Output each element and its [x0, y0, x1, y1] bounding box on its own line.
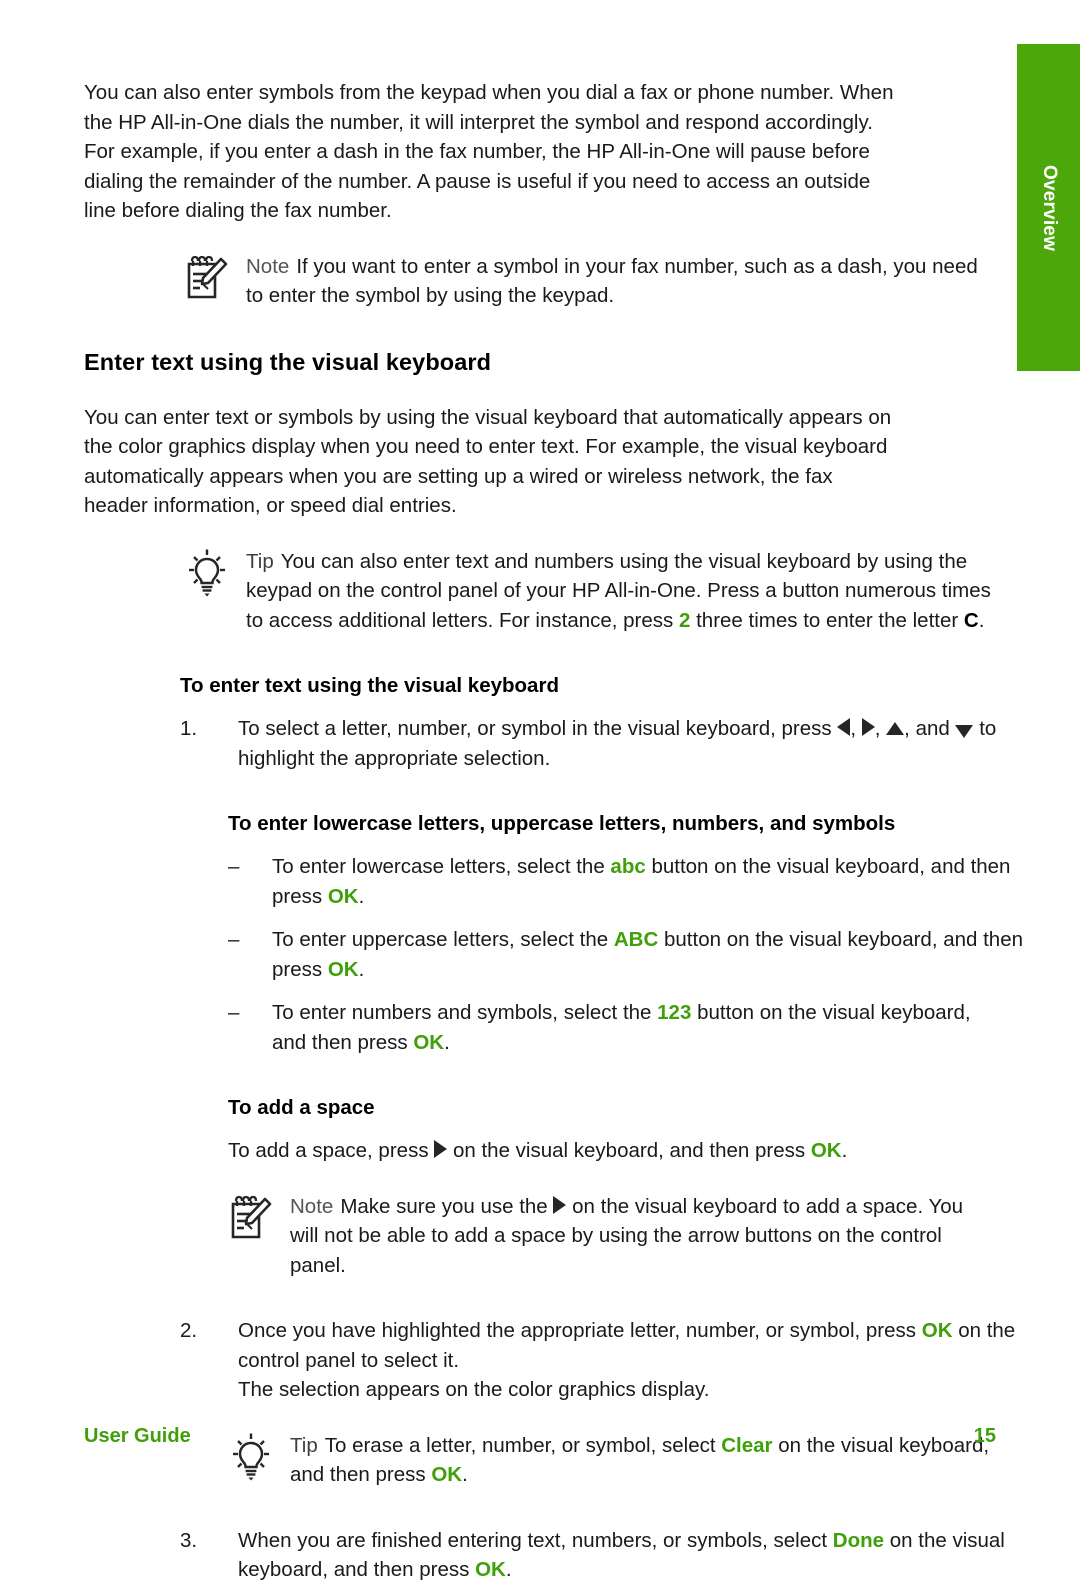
document-page: Overview You can also enter symbols from…	[0, 0, 1080, 1581]
tip-1-body-part-3: .	[978, 608, 985, 632]
tip-2-key-ok: OK	[431, 1463, 463, 1486]
right-triangle-icon	[861, 718, 875, 736]
note-block-2: Note Make sure you use the on the visual …	[228, 1192, 996, 1281]
step-2-result: The selection appears on the color graph…	[238, 1378, 710, 1401]
footer-title: User Guide	[84, 1425, 191, 1447]
list-item: – To enter lowercase letters, select the…	[228, 852, 1040, 911]
case-item-2-ok: OK	[327, 957, 359, 981]
case-item-1-key: abc	[610, 855, 646, 878]
procedure-step-2: 2. Once you have highlighted the appropr…	[180, 1316, 1054, 1405]
step-2-text-part-1: Once you have highlighted the appropriat…	[238, 1319, 917, 1342]
note-1-label: Note	[246, 254, 290, 278]
step-2-key-ok: OK	[921, 1319, 953, 1342]
page-footer: User Guide 15	[84, 1425, 996, 1448]
note-1-text: Note If you want to enter a symbol in you…	[184, 252, 996, 311]
right-triangle-icon	[434, 1140, 448, 1158]
case-section-heading: To enter lowercase letters, uppercase le…	[228, 812, 896, 835]
down-triangle-icon	[955, 725, 974, 738]
tip-1-text: Tip You can also enter text and numbers u…	[184, 547, 996, 636]
case-item-3-part-1: To enter numbers and symbols, select the	[272, 1001, 652, 1024]
note-1-body: If you want to enter a symbol in your fa…	[246, 254, 978, 308]
case-item-2-key: ABC	[613, 928, 659, 951]
right-triangle-icon	[553, 1195, 567, 1214]
step-3-number: 3.	[180, 1528, 198, 1552]
dash-bullet: –	[228, 855, 240, 878]
chapter-side-tab-label: Overview	[1038, 164, 1060, 251]
step-1-sep-2: ,	[874, 717, 881, 740]
space-section-text: To add a space, press on the visual keyb…	[228, 1136, 996, 1166]
page-title: Enter text using the visual keyboard	[84, 348, 492, 375]
dash-bullet: –	[228, 1001, 240, 1024]
step-1-text-part-1: To select a letter, number, or symbol in…	[238, 717, 832, 740]
list-item: – To enter numbers and symbols, select t…	[228, 998, 1002, 1057]
step-3-key-done: Done	[832, 1528, 885, 1552]
note-2-part-1: Make sure you use the	[340, 1194, 548, 1218]
case-item-3-key: 123	[657, 1001, 692, 1024]
section-intro-paragraph: You can enter text or symbols by using t…	[84, 405, 892, 518]
case-item-1-ok: OK	[327, 884, 359, 908]
space-key-ok: OK	[810, 1139, 842, 1162]
space-text-part-1: To add a space, press	[228, 1139, 429, 1162]
dash-bullet: –	[228, 928, 240, 951]
space-text-part-3: .	[841, 1139, 848, 1162]
case-item-1-part-1: To enter lowercase letters, select the	[272, 855, 605, 878]
step-1-number: 1.	[180, 717, 198, 740]
tip-1-body-part-2: three times to enter the letter	[696, 608, 959, 632]
tip-1-letter: C	[963, 608, 979, 632]
page-number: 15	[973, 1425, 996, 1447]
note-2-text: Note Make sure you use the on the visual …	[228, 1192, 996, 1281]
lightbulb-icon	[184, 549, 230, 597]
step-3-text-part-1: When you are finished entering text, num…	[238, 1528, 828, 1552]
chapter-side-tab: Overview	[1017, 44, 1080, 371]
list-item: – To enter uppercase letters, select the…	[228, 925, 1040, 984]
note-pad-pencil-icon	[228, 1194, 274, 1242]
case-item-2-part-1: To enter uppercase letters, select the	[272, 928, 609, 951]
step-3-text-part-3: .	[505, 1558, 512, 1581]
step-3-key-ok: OK	[475, 1558, 506, 1581]
left-triangle-icon	[837, 718, 851, 736]
note-pad-pencil-icon	[184, 254, 230, 302]
tip-1-key: 2	[679, 608, 691, 632]
step-1-text-part-2: , and	[904, 717, 950, 740]
procedure-step-1: 1. To select a letter, number, or symbol…	[180, 714, 1054, 773]
case-item-1-part-3: .	[358, 884, 365, 908]
up-triangle-icon	[886, 722, 905, 735]
step-1-sep-1: ,	[850, 717, 857, 740]
tip-block-1: Tip You can also enter text and numbers u…	[184, 547, 996, 636]
step-2-number: 2.	[180, 1319, 198, 1342]
space-section-heading: To add a space	[228, 1096, 375, 1119]
note-2-label: Note	[290, 1194, 334, 1218]
tip-1-label: Tip	[246, 549, 274, 573]
space-text-part-2: on the visual keyboard, and then press	[452, 1139, 806, 1162]
page-content: You can also enter symbols from the keyp…	[84, 78, 1023, 1585]
procedure-heading: To enter text using the visual keyboard	[180, 674, 559, 697]
case-item-2-part-3: .	[358, 957, 365, 981]
tip-2-part-3: .	[462, 1463, 468, 1486]
procedure-step-3: 3. When you are finished entering text, …	[180, 1526, 1054, 1585]
intro-paragraph: You can also enter symbols from the keyp…	[84, 81, 894, 222]
case-item-3-ok: OK	[413, 1030, 445, 1054]
case-item-3-part-3: .	[444, 1030, 450, 1054]
note-block-1: Note If you want to enter a symbol in you…	[184, 252, 996, 311]
